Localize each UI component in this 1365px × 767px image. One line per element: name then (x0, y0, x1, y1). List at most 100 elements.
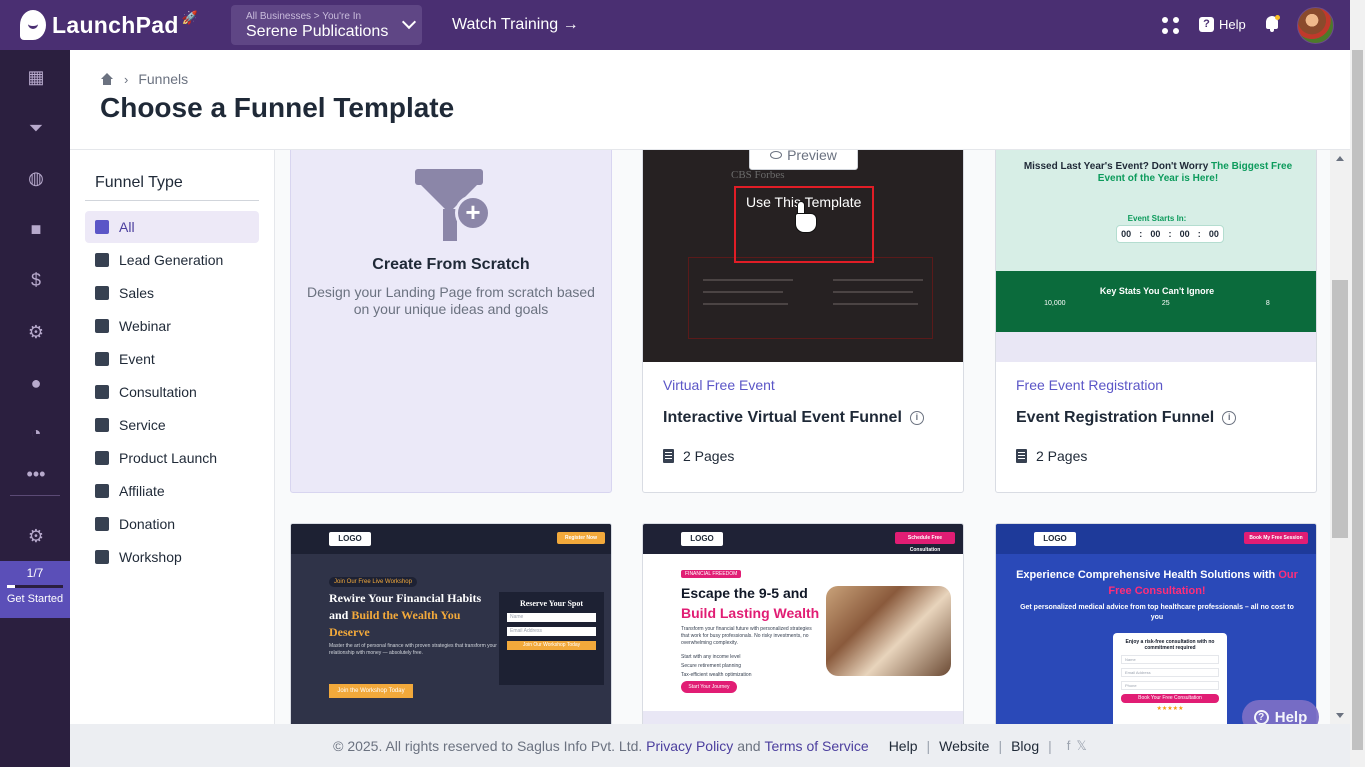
template-category: Virtual Free Event (663, 377, 775, 393)
dashboard-icon[interactable]: ▦ (25, 66, 47, 88)
filter-item-workshop[interactable]: Workshop (85, 541, 259, 573)
countdown-days: 00 (1121, 229, 1132, 239)
filter-item-lead-generation[interactable]: Lead Generation (85, 244, 259, 276)
template-card-health-consultation[interactable]: LOGO Book My Free Session Experience Com… (995, 523, 1317, 724)
analytics-icon[interactable]: ◔ (25, 422, 47, 444)
footer-website-link[interactable]: Website (939, 738, 989, 754)
template-name: Interactive Virtual Event Funnel i (663, 409, 924, 427)
video-icon[interactable]: ■ (25, 218, 47, 240)
business-switcher[interactable]: All Businesses > You're In Serene Public… (231, 5, 422, 45)
template-pages: 2 Pages (663, 448, 734, 464)
help-bubble-label: Help (1274, 708, 1308, 726)
settings-icon[interactable]: ⚙ (25, 525, 47, 547)
filter-item-donation[interactable]: Donation (85, 508, 259, 540)
thumbnail-line (833, 279, 923, 281)
footer-separator: | (998, 737, 1003, 754)
thumb-form: Reserve Your Spot Name Email Address Joi… (499, 592, 604, 685)
filter-item-sales[interactable]: Sales (85, 277, 259, 309)
watch-training-link[interactable]: Watch Training → (452, 16, 579, 34)
thumb-subheadline: Get personalized medical advice from top… (1020, 604, 1294, 621)
page-title: Choose a Funnel Template (100, 92, 455, 123)
page-scrollbar[interactable] (1350, 0, 1365, 767)
x-twitter-icon[interactable]: 𝕏 (1076, 738, 1086, 754)
rail-divider (10, 495, 60, 496)
copyright-text: © 2025. All rights reserved to Saglus In… (333, 737, 643, 754)
privacy-policy-link[interactable]: Privacy Policy (646, 738, 733, 754)
breadcrumb: › Funnels (100, 71, 188, 87)
preview-button[interactable]: Preview (749, 150, 858, 170)
eye-icon (770, 150, 783, 159)
filter-item-event[interactable]: Event (85, 343, 259, 375)
thumbnail-footer-strip (643, 711, 963, 724)
progress-bar (7, 585, 63, 588)
page-footer: © 2025. All rights reserved to Saglus In… (70, 724, 1350, 767)
template-card-wealth-consultation[interactable]: LOGO Schedule Free Consultation FINANCIA… (642, 523, 964, 724)
brand-logo[interactable]: LaunchPad 🚀 (20, 10, 198, 40)
thumbnail-line (703, 279, 793, 281)
apps-grid-icon[interactable] (1162, 17, 1180, 35)
document-icon (1016, 449, 1027, 463)
filter-item-label: Consultation (119, 384, 197, 400)
scroll-down-icon[interactable] (1336, 713, 1344, 718)
help-icon: ? (1199, 17, 1214, 32)
thumb-form-title: Enjoy a risk-free consultation with no c… (1125, 639, 1215, 651)
share-nodes-icon (95, 484, 109, 498)
thumbnail-section (688, 257, 933, 339)
create-from-scratch-card[interactable]: + Create From Scratch Design your Landin… (290, 150, 612, 493)
filter-item-all[interactable]: All (85, 211, 259, 243)
template-card-event-registration[interactable]: Missed Last Year's Event? Don't Worry Th… (995, 150, 1317, 493)
filter-item-service[interactable]: Service (85, 409, 259, 441)
terms-of-service-link[interactable]: Terms of Service (764, 738, 868, 754)
scroll-thumb[interactable] (1332, 280, 1348, 538)
template-scrollbar[interactable] (1330, 150, 1350, 724)
footer-help-link[interactable]: Help (889, 738, 918, 754)
notification-bell-icon[interactable] (1264, 15, 1280, 33)
scratch-description: Design your Landing Page from scratch ba… (307, 284, 595, 317)
filter-item-label: Sales (119, 285, 155, 301)
help-button[interactable]: ? Help (1199, 17, 1246, 32)
page-scroll-thumb[interactable] (1352, 50, 1363, 750)
template-thumbnail: Missed Last Year's Event? Don't Worry Th… (996, 150, 1316, 362)
help-label: Help (1219, 17, 1246, 32)
thumb-headline-a: Escape the 9-5 and (681, 585, 808, 601)
home-icon[interactable] (100, 72, 114, 86)
breadcrumb-funnels[interactable]: Funnels (138, 71, 188, 87)
funnel-plus-icon: + (415, 169, 491, 241)
progress-fraction: 1/7 (26, 566, 44, 580)
service-icon (95, 418, 109, 432)
sidebar-rail: ▦ ⏷ ◍ ■ $ ⚙ ● ◔ ••• ⚙ 1/7 Get Started (0, 50, 70, 767)
info-icon[interactable]: i (1222, 411, 1237, 425)
scroll-up-icon[interactable] (1336, 156, 1344, 161)
filter-item-webinar[interactable]: Webinar (85, 310, 259, 342)
thumb-headline: Rewire Your Financial Habits and Build t… (329, 590, 489, 641)
automation-icon[interactable]: ⚙ (25, 321, 47, 343)
contacts-icon[interactable]: ● (25, 372, 47, 394)
template-card-virtual-event[interactable]: CBS Forbes Preview Use This Template Vir… (642, 150, 964, 493)
footer-and: and (737, 737, 761, 754)
template-card-financial-workshop[interactable]: LOGO Register Now Join Our Free Live Wor… (290, 523, 612, 724)
footer-blog-link[interactable]: Blog (1011, 738, 1039, 754)
facebook-icon[interactable]: f (1067, 738, 1071, 753)
thumb-logo: LOGO (681, 532, 723, 546)
get-started-progress[interactable]: 1/7 Get Started (0, 561, 70, 618)
filter-item-product-launch[interactable]: Product Launch (85, 442, 259, 474)
filter-item-affiliate[interactable]: Affiliate (85, 475, 259, 507)
user-avatar[interactable] (1297, 7, 1334, 44)
globe-icon[interactable]: ◍ (25, 167, 47, 189)
filter-item-consultation[interactable]: Consultation (85, 376, 259, 408)
thumb-form-title: Reserve Your Spot (519, 599, 584, 608)
countdown-seconds: 00 (1208, 229, 1219, 239)
funnel-icon[interactable]: ⏷ (25, 117, 47, 139)
thumb-tag: FINANCIAL FREEDOM (681, 570, 742, 578)
thumb-headline-b: Build Lasting Wealth (681, 605, 820, 621)
template-thumbnail: CBS Forbes Preview Use This Template (643, 150, 963, 362)
thumb-list-item: Tax-efficient wealth optimization (681, 672, 752, 678)
dollar-icon[interactable]: $ (25, 269, 47, 291)
thumb-photo (826, 586, 951, 676)
calendar-icon (95, 352, 109, 366)
template-pages: 2 Pages (1016, 448, 1087, 464)
filter-item-label: Event (119, 351, 155, 367)
info-icon[interactable]: i (909, 411, 924, 425)
filter-item-label: Product Launch (119, 450, 218, 466)
more-icon[interactable]: ••• (25, 463, 47, 485)
